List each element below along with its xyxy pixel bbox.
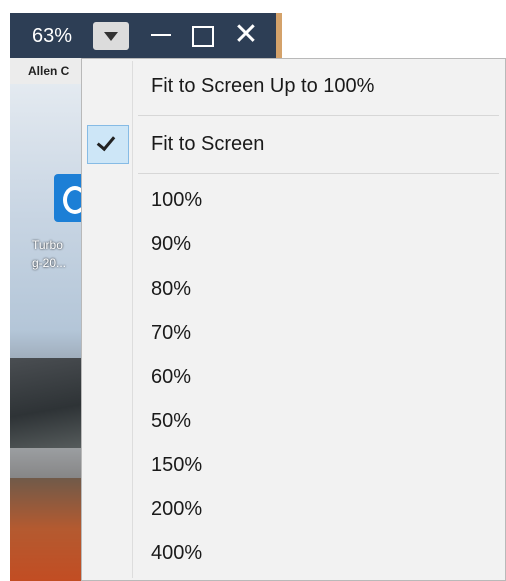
menu-separator [138,173,499,174]
menu-item-70[interactable]: 70% [82,313,505,353]
minimize-icon[interactable] [145,21,179,51]
menu-item-fit-to-screen[interactable]: Fit to Screen [82,124,505,164]
remote-user-label: Allen C [28,64,70,78]
menu-item-label: 200% [151,498,203,520]
menu-item-label: 50% [151,410,192,432]
menu-item-label: 70% [151,322,192,344]
menu-item-80[interactable]: 80% [82,269,505,309]
remote-window-titlebar: 63% ✕ [10,13,282,58]
menu-item-150[interactable]: 150% [82,445,505,485]
menu-item-label: 60% [151,366,192,388]
zoom-dropdown-button[interactable] [93,22,129,50]
maximize-icon[interactable] [186,21,220,51]
menu-item-100[interactable]: 100% [82,180,505,220]
menu-item-90[interactable]: 90% [82,224,505,264]
menu-item-label: 400% [151,542,203,564]
menu-item-label: 80% [151,278,192,300]
menu-item-label: 90% [151,233,192,255]
menu-item-fit-up-to-100[interactable]: Fit to Screen Up to 100% [82,66,505,106]
desktop-icon-label-2: g-20... [32,256,67,270]
checkmark-icon [87,125,129,164]
close-icon[interactable]: ✕ [229,20,263,51]
menu-item-50[interactable]: 50% [82,401,505,441]
zoom-level-label: 63% [32,25,73,47]
menu-item-200[interactable]: 200% [82,489,505,529]
chevron-down-icon [104,32,118,41]
menu-item-400[interactable]: 400% [82,533,505,573]
menu-item-label: 150% [151,454,203,476]
menu-item-label: 100% [151,189,203,211]
zoom-dropdown-menu: Fit to Screen Up to 100% Fit to Screen 1… [81,58,506,581]
menu-item-label: Fit to Screen [151,133,265,155]
menu-item-60[interactable]: 60% [82,357,505,397]
desktop-icon-label: Turbo [32,238,63,252]
menu-separator [138,115,499,116]
menu-item-label: Fit to Screen Up to 100% [151,75,375,97]
